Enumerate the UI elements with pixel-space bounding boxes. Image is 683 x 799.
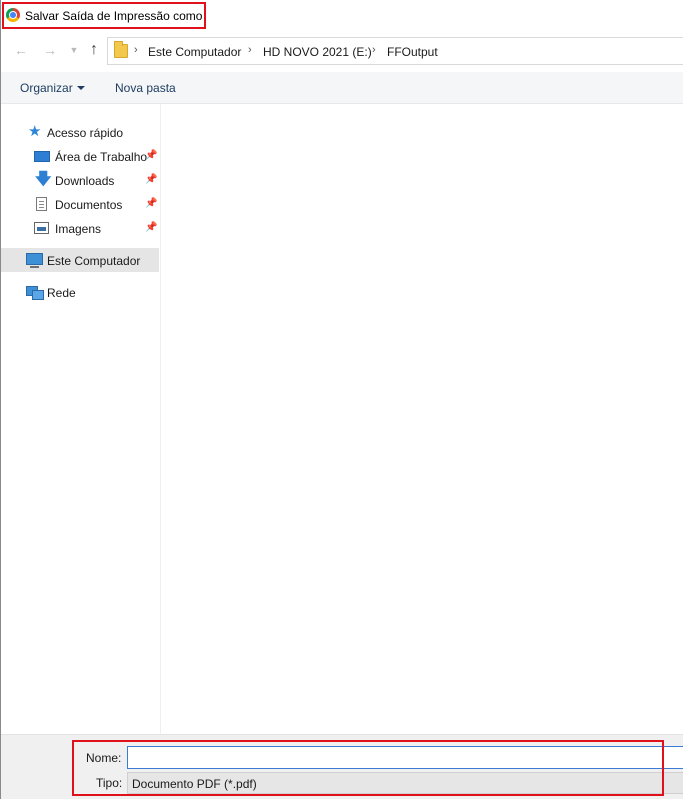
pane-divider[interactable] (160, 104, 161, 734)
sidebar-item-label: Rede (47, 286, 76, 300)
save-dialog-window: Salvar Saída de Impressão como ← → ▼ ↑ ›… (0, 0, 683, 799)
file-name-label: Nome: (86, 751, 122, 765)
breadcrumb-separator-icon[interactable]: › (134, 44, 138, 56)
sidebar-item-label: Acesso rápido (47, 126, 124, 140)
pin-icon[interactable]: 📌 (145, 174, 157, 185)
file-type-select[interactable]: Documento PDF (*.pdf) (127, 772, 683, 794)
pin-icon[interactable]: 📌 (145, 150, 157, 161)
address-bar[interactable]: › Este Computador › HD NOVO 2021 (E:) › … (107, 37, 683, 65)
arrow-up-icon[interactable]: ↑ (85, 41, 103, 59)
sidebar-item-desktop[interactable]: Área de Trabalho 📌 (1, 144, 159, 168)
pin-icon[interactable]: 📌 (145, 198, 157, 209)
breadcrumb-separator-icon[interactable]: › (372, 44, 376, 56)
breadcrumb-drive[interactable]: HD NOVO 2021 (E:) (263, 45, 372, 59)
file-name-input[interactable] (127, 746, 683, 769)
breadcrumb-separator-icon[interactable]: › (248, 44, 252, 56)
sidebar-item-quick-access[interactable]: ★ Acesso rápido (1, 120, 159, 144)
computer-icon (26, 253, 43, 268)
folder-icon (114, 41, 128, 58)
sidebar-item-label: Downloads (55, 174, 115, 188)
breadcrumb-folder[interactable]: FFOutput (387, 45, 438, 59)
sidebar-item-network[interactable]: Rede (1, 280, 159, 304)
desktop-icon (34, 151, 50, 162)
sidebar-item-downloads[interactable]: 🡇 Downloads 📌 (1, 168, 159, 192)
chevron-down-icon[interactable]: ▼ (65, 41, 83, 59)
download-icon: 🡇 (35, 171, 52, 188)
pin-icon[interactable]: 📌 (145, 222, 157, 233)
network-icon (26, 285, 44, 300)
document-icon (36, 197, 47, 211)
sidebar-item-label: Este Computador (47, 254, 141, 268)
command-toolbar: Organizar Nova pasta (1, 72, 683, 104)
sidebar-item-images[interactable]: Imagens 📌 (1, 216, 159, 240)
breadcrumb-this-pc[interactable]: Este Computador (148, 45, 241, 59)
file-options-panel: Nome: Tipo: Documento PDF (*.pdf) (1, 734, 683, 799)
sidebar-item-label: Imagens (55, 222, 102, 236)
arrow-left-icon[interactable]: ← (12, 41, 30, 59)
sidebar-item-this-pc[interactable]: Este Computador (1, 248, 159, 272)
sidebar-item-label: Área de Trabalho (55, 150, 148, 164)
sidebar-item-label: Documentos (55, 198, 123, 212)
window-title: Salvar Saída de Impressão como (25, 9, 203, 23)
navigation-pane: ★ Acesso rápido Área de Trabalho 📌 🡇 Dow… (1, 104, 159, 734)
navigation-bar: ← → ▼ ↑ › Este Computador › HD NOVO 2021… (1, 35, 683, 67)
organize-dropdown-icon[interactable] (77, 86, 85, 90)
sidebar-item-documents[interactable]: Documentos 📌 (1, 192, 159, 216)
file-type-label: Tipo: (96, 776, 123, 790)
file-type-value: Documento PDF (*.pdf) (132, 777, 257, 791)
image-icon (34, 222, 49, 234)
new-folder-button[interactable]: Nova pasta (115, 81, 176, 95)
chrome-app-icon (6, 8, 20, 22)
star-icon: ★ (28, 123, 42, 140)
organize-button[interactable]: Organizar (20, 81, 73, 95)
title-bar: Salvar Saída de Impressão como (1, 0, 683, 32)
arrow-right-icon[interactable]: → (41, 41, 59, 59)
